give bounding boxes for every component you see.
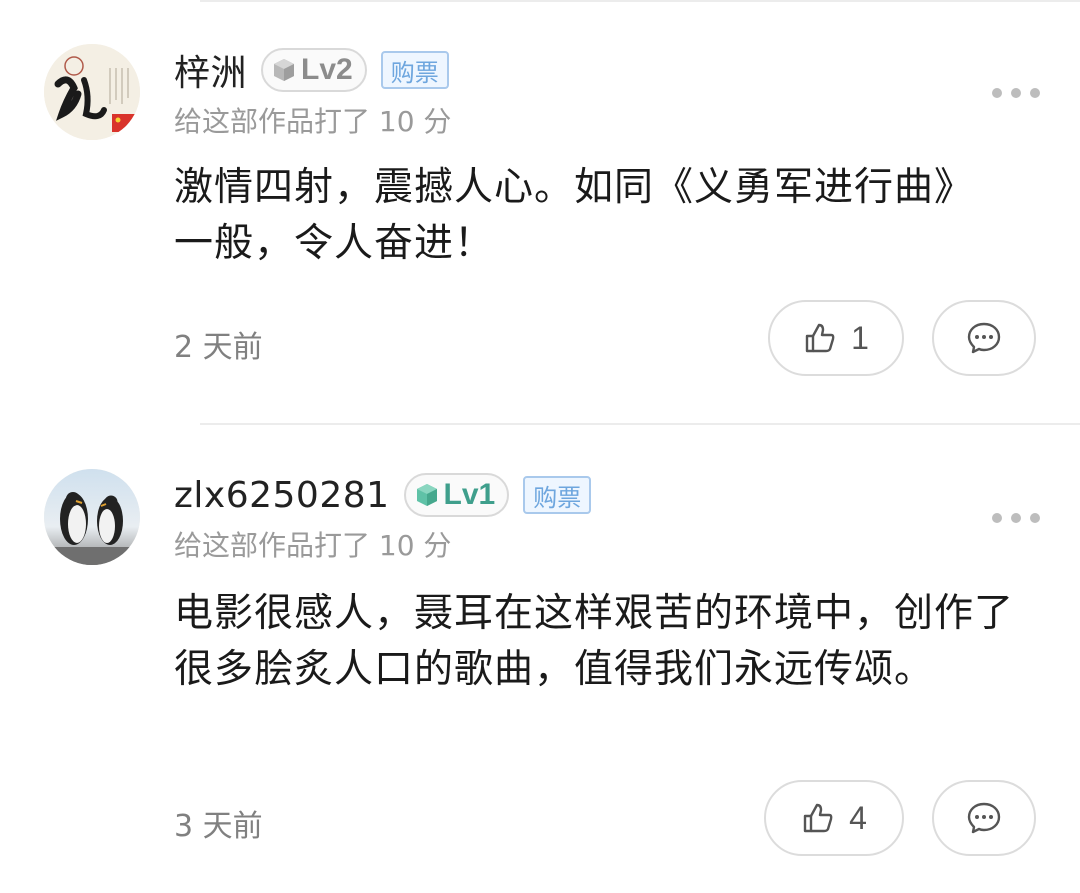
comment-time: 2 天前: [174, 330, 263, 365]
like-button[interactable]: 4: [764, 780, 904, 856]
comment-item: 梓洲 Lv2 购票 给这部作品打了 10 分 激情四射，震撼人心。如同《义勇军进…: [0, 0, 1080, 424]
level-badge: Lv1: [403, 473, 510, 517]
like-count: 4: [849, 799, 867, 836]
thumbs-up-icon: [803, 803, 833, 833]
level-gem-icon: [274, 59, 295, 81]
penguin-avatar-icon: [44, 469, 140, 565]
thumbs-up-icon: [805, 323, 835, 353]
more-dots-icon[interactable]: [992, 512, 1040, 524]
comment-content: 激情四射，震撼人心。如同《义勇军进行曲》一般，令人奋进！: [174, 165, 975, 266]
comment-header: 梓洲 Lv2 购票: [174, 46, 449, 94]
rating-text: 给这部作品打了 10 分: [174, 105, 452, 138]
user-avatar[interactable]: [44, 44, 140, 140]
level-badge: Lv2: [261, 48, 367, 92]
comment-bubble-icon: [967, 802, 1001, 834]
username[interactable]: 梓洲: [174, 44, 247, 96]
comment-content: 电影很感人，聂耳在这样艰苦的环境中，创作了很多脍炙人口的歌曲，值得我们永远传颂。: [174, 591, 1015, 692]
comment-bubble-icon: [967, 322, 1001, 354]
calligraphy-avatar-icon: [44, 44, 140, 140]
comment-item: zlx6250281 Lv1 购票 给这部作品打了 10 分 电影很感人，聂耳在…: [0, 424, 1080, 893]
buy-ticket-badge: 购票: [380, 51, 449, 89]
like-count: 1: [851, 319, 869, 356]
buy-ticket-badge: 购票: [523, 476, 592, 514]
level-gem-icon: [416, 484, 437, 506]
comment-header: zlx6250281 Lv1 购票: [174, 471, 592, 519]
level-label: Lv2: [301, 53, 353, 86]
username[interactable]: zlx6250281: [174, 475, 390, 516]
more-dots-icon[interactable]: [992, 87, 1040, 99]
user-avatar[interactable]: [44, 469, 140, 565]
comment-time: 3 天前: [174, 809, 263, 844]
level-label: Lv1: [443, 478, 496, 511]
reply-button[interactable]: [932, 300, 1036, 376]
rating-text: 给这部作品打了 10 分: [174, 529, 452, 562]
reply-button[interactable]: [932, 780, 1036, 856]
like-button[interactable]: 1: [768, 300, 904, 376]
